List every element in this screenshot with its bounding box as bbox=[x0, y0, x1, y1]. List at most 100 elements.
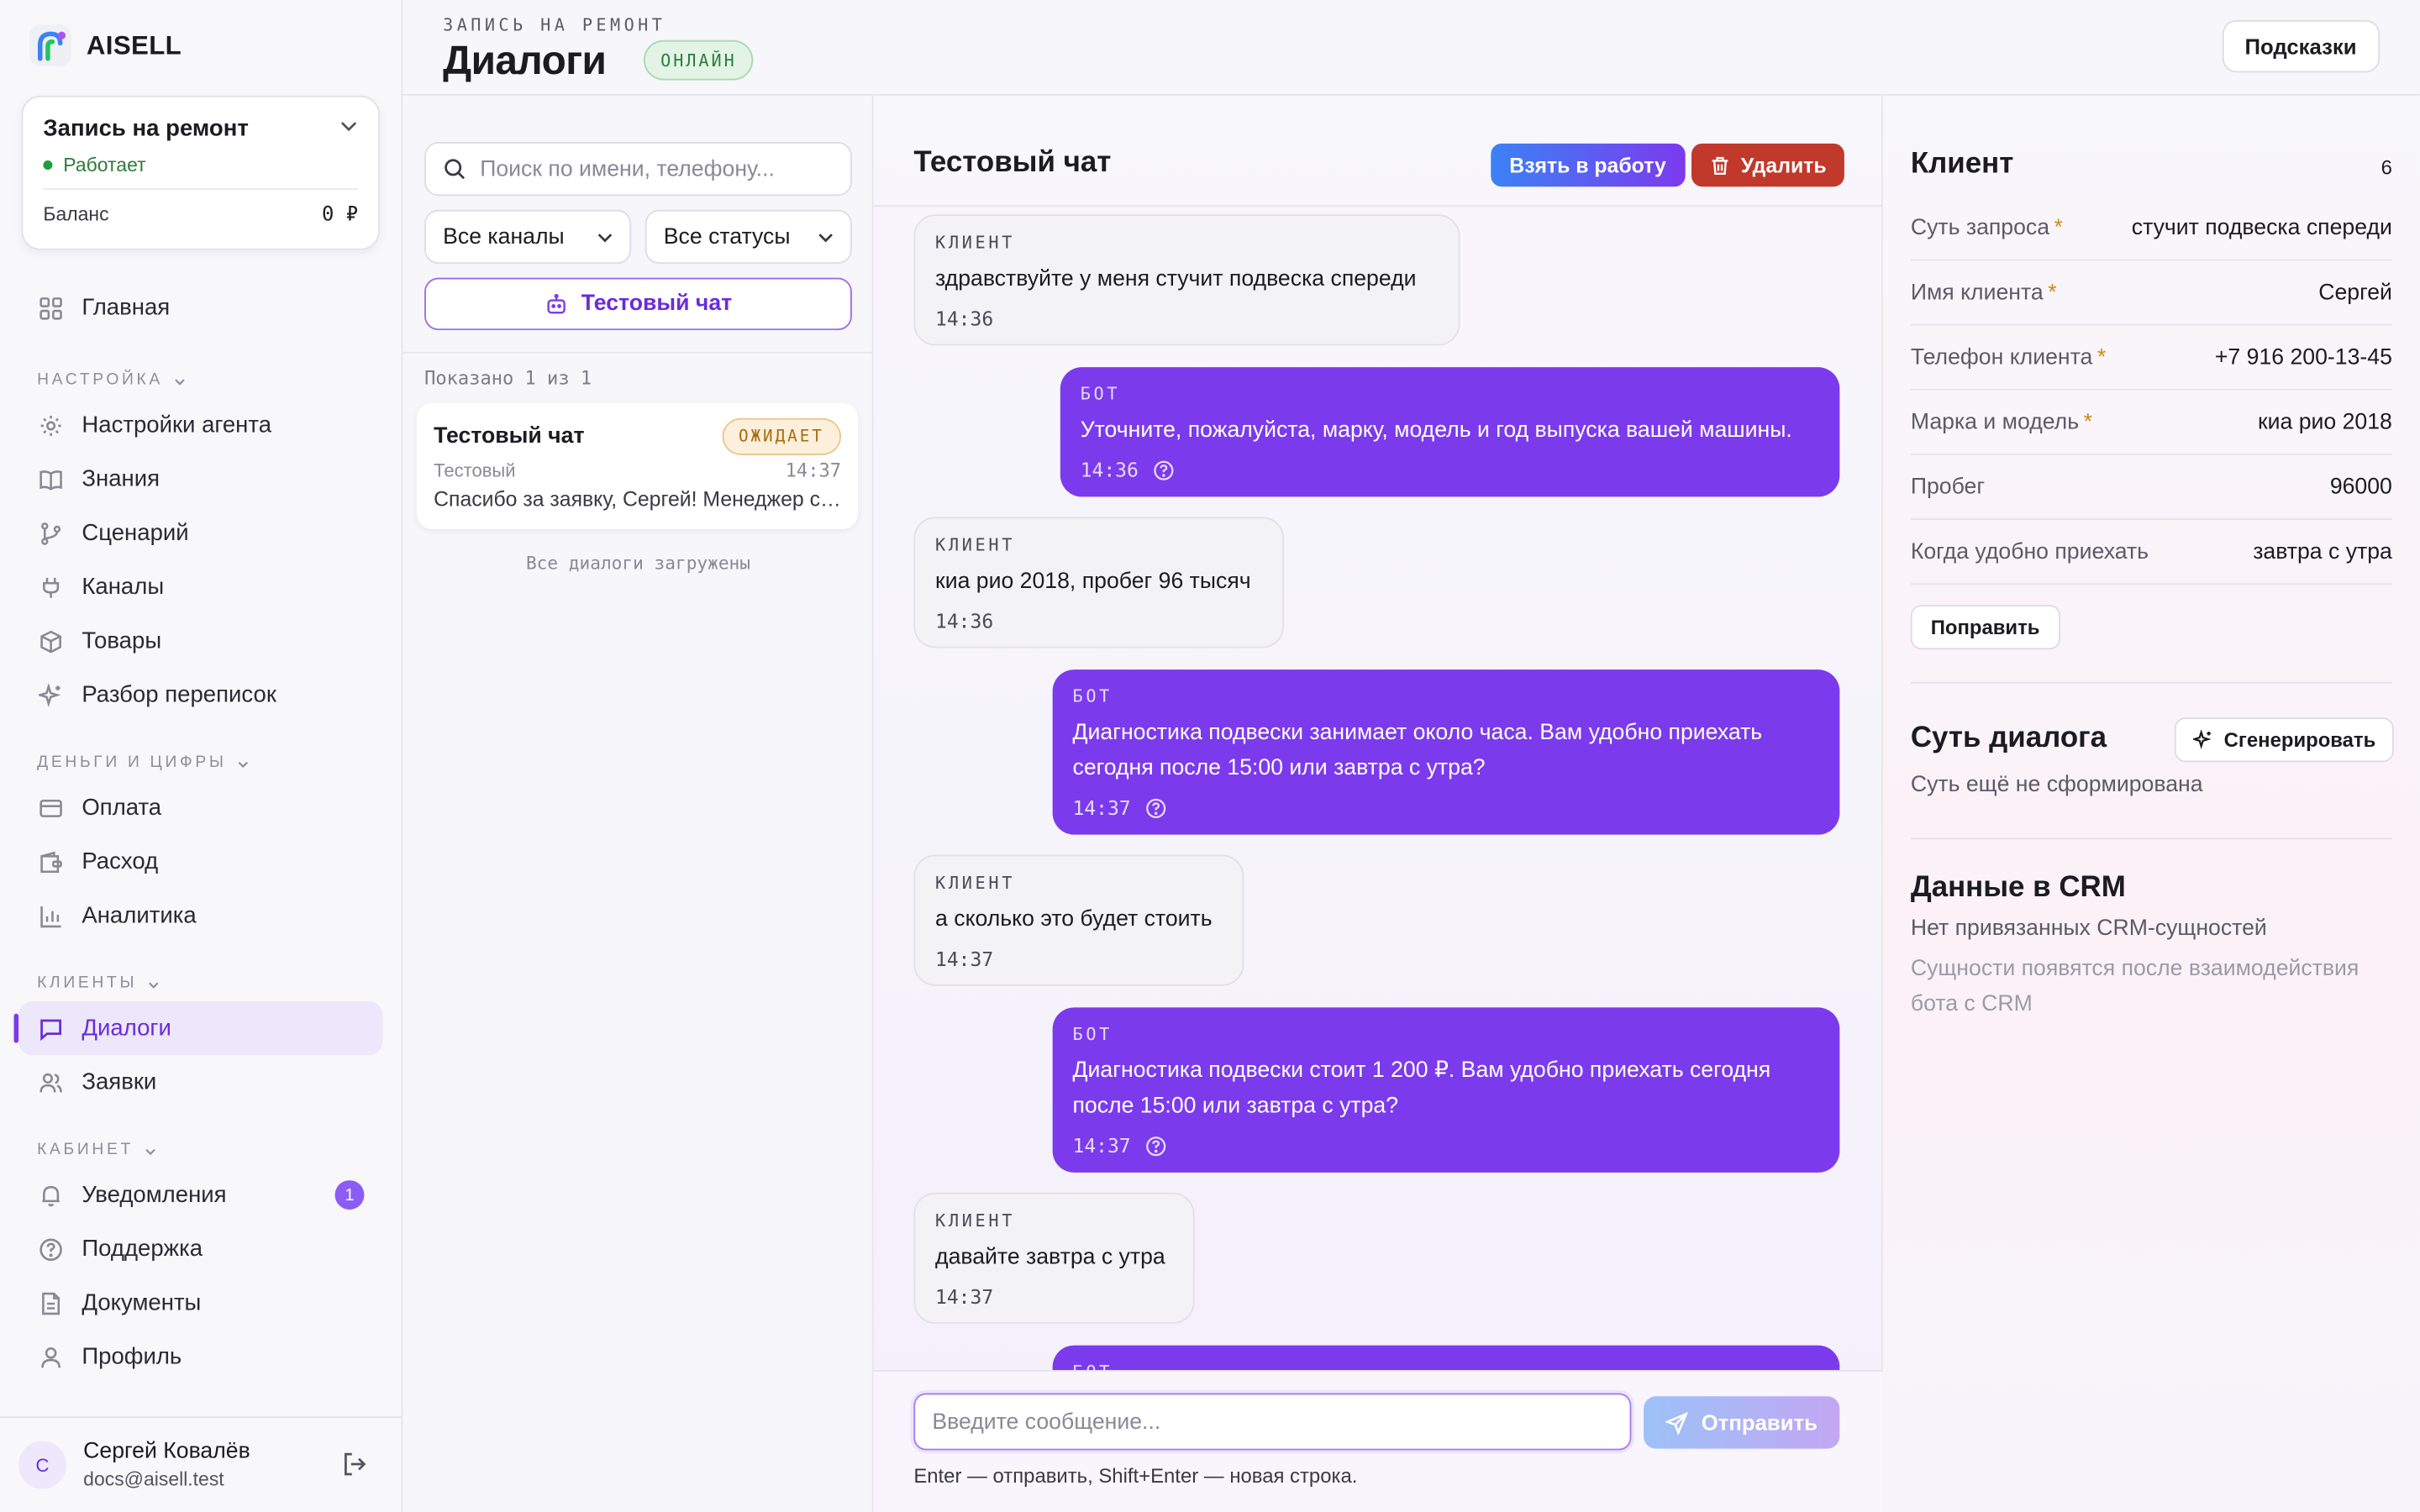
app-root: AISELL Запись на ремонт Работает Баланс … bbox=[0, 0, 2420, 1512]
sidebar-item-agent-settings[interactable]: Настройки агента bbox=[18, 398, 382, 452]
sidebar-item-notifications[interactable]: Уведомления 1 bbox=[18, 1168, 382, 1221]
client-field-visit-time: Когда удобно приехать завтра с утра bbox=[1910, 520, 2392, 585]
required-mark: * bbox=[2048, 280, 2057, 305]
balance-label: Баланс bbox=[43, 203, 109, 226]
field-label: Марка и модель bbox=[1910, 409, 2080, 435]
sidebar-item-label: Уведомления bbox=[82, 1181, 227, 1209]
user-block[interactable]: С Сергей Ковалёв docs@aisell.test bbox=[0, 1416, 403, 1512]
workspace-card[interactable]: Запись на ремонт Работает Баланс 0 ₽ bbox=[21, 95, 380, 250]
delete-label: Удалить bbox=[1740, 153, 1827, 177]
sidebar-item-label: Документы bbox=[82, 1289, 202, 1316]
client-field-phone: Телефон клиента * +7 916 200-13-45 bbox=[1910, 326, 2392, 391]
logout-icon[interactable] bbox=[341, 1450, 369, 1485]
sidebar-item-label: Аналитика bbox=[82, 902, 197, 929]
sidebar-item-documents[interactable]: Документы bbox=[18, 1276, 382, 1330]
chevron-down-icon bbox=[174, 379, 185, 386]
sidebar-item-scenario[interactable]: Сценарий bbox=[18, 506, 382, 559]
generate-button[interactable]: Сгенерировать bbox=[2174, 717, 2395, 763]
breadcrumb: ЗАПИСЬ НА РЕМОНТ bbox=[443, 15, 666, 36]
sidebar-item-label: Товары bbox=[82, 627, 162, 654]
brand[interactable]: AISELL bbox=[29, 24, 182, 66]
message-bot: БОТ Диагностика подвески занимает около … bbox=[1052, 669, 1840, 835]
take-to-work-button[interactable]: Взять в работу bbox=[1491, 143, 1685, 187]
divider bbox=[402, 351, 874, 354]
sidebar-item-channels[interactable]: Каналы bbox=[18, 560, 382, 614]
test-chat-button[interactable]: Тестовый чат bbox=[424, 277, 852, 331]
section-money[interactable]: ДЕНЬГИ И ЦИФРЫ bbox=[18, 722, 382, 781]
chat-header: Тестовый чат Взять в работу Удалить bbox=[873, 96, 1883, 207]
help-circle-icon[interactable] bbox=[1152, 459, 1174, 480]
send-button[interactable]: Отправить bbox=[1644, 1396, 1840, 1449]
dialog-list-panel: Поиск по имени, телефону... Все каналы В… bbox=[402, 95, 874, 1512]
message-time: 14:36 bbox=[935, 609, 994, 633]
sidebar-item-requests[interactable]: Заявки bbox=[18, 1055, 382, 1109]
hints-button[interactable]: Подсказки bbox=[2221, 19, 2381, 73]
sidebar-item-label: Знания bbox=[82, 465, 160, 492]
shown-count: Показано 1 из 1 bbox=[424, 367, 592, 389]
message-role: БОТ bbox=[1072, 1024, 1113, 1045]
summary-title: Суть диалога bbox=[1910, 722, 2107, 755]
required-mark: * bbox=[2083, 409, 2092, 435]
sidebar-item-dialogs[interactable]: Диалоги bbox=[13, 1001, 383, 1056]
section-cabinet[interactable]: КАБИНЕТ bbox=[18, 1110, 382, 1168]
dialog-list-item[interactable]: Тестовый чат ОЖИДАЕТ Тестовый 14:37 Спас… bbox=[416, 402, 859, 529]
sidebar-item-home[interactable]: Главная bbox=[18, 281, 382, 334]
dialog-channel: Тестовый bbox=[434, 459, 516, 482]
sidebar-item-review[interactable]: Разбор переписок bbox=[18, 668, 382, 722]
workspace-status: Работает bbox=[43, 155, 359, 190]
bot-icon bbox=[546, 292, 566, 313]
edit-button[interactable]: Поправить bbox=[1910, 604, 2060, 650]
test-chat-label: Тестовый чат bbox=[581, 291, 733, 317]
send-label: Отправить bbox=[1701, 1410, 1818, 1436]
balance-value: 0 ₽ bbox=[321, 203, 359, 227]
sidebar-item-analytics[interactable]: Аналитика bbox=[18, 889, 382, 942]
sidebar-item-knowledge[interactable]: Знания bbox=[18, 452, 382, 506]
message-input[interactable]: Введите сообщение... bbox=[913, 1393, 1632, 1451]
required-mark: * bbox=[2054, 215, 2063, 240]
sidebar-item-expense[interactable]: Расход bbox=[18, 835, 382, 889]
section-label: ДЕНЬГИ И ЦИФРЫ bbox=[37, 753, 227, 772]
client-title: Клиент bbox=[1910, 148, 2014, 181]
message-list[interactable]: КЛИЕНТ здравствуйте у меня стучит подвес… bbox=[874, 207, 1883, 1370]
grid-icon bbox=[37, 295, 63, 321]
dialog-time: 14:37 bbox=[785, 459, 842, 482]
chevron-down-icon[interactable] bbox=[339, 116, 358, 142]
sidebar-item-profile[interactable]: Профиль bbox=[18, 1330, 382, 1383]
section-settings[interactable]: НАСТРОЙКА bbox=[18, 339, 382, 398]
status-dot-icon bbox=[43, 160, 53, 171]
chevron-down-icon bbox=[238, 761, 248, 769]
message-role: БОТ bbox=[1073, 1362, 1820, 1370]
section-label: КАБИНЕТ bbox=[37, 1140, 134, 1159]
sidebar: AISELL Запись на ремонт Работает Баланс … bbox=[0, 0, 403, 1512]
sidebar-item-support[interactable]: Поддержка bbox=[18, 1222, 382, 1276]
section-clients[interactable]: КЛИЕНТЫ bbox=[18, 942, 382, 1001]
wallet-icon bbox=[37, 848, 63, 874]
client-field-request: Суть запроса * стучит подвеска спереди bbox=[1910, 196, 2392, 261]
search-placeholder: Поиск по имени, телефону... bbox=[480, 156, 775, 181]
channels-filter-select[interactable]: Все каналы bbox=[424, 209, 632, 265]
git-branch-icon bbox=[37, 520, 63, 546]
field-label: Имя клиента bbox=[1910, 280, 2044, 305]
delete-button[interactable]: Удалить bbox=[1691, 143, 1845, 187]
help-circle-icon[interactable] bbox=[1144, 797, 1166, 819]
sidebar-item-label: Диалоги bbox=[82, 1015, 171, 1042]
sidebar-item-label: Настройки агента bbox=[82, 412, 272, 438]
sparkles-icon bbox=[37, 682, 63, 708]
sidebar-item-products[interactable]: Товары bbox=[18, 614, 382, 668]
help-circle-icon[interactable] bbox=[1144, 1135, 1166, 1157]
message-time: 14:37 bbox=[1072, 795, 1131, 820]
brand-name: AISELL bbox=[86, 29, 182, 60]
message-role: БОТ bbox=[1072, 686, 1113, 707]
client-fields-count: 6 bbox=[2381, 155, 2392, 180]
user-name: Сергей Ковалёв bbox=[83, 1439, 250, 1465]
plug-icon bbox=[37, 574, 63, 600]
message-time: 14:36 bbox=[935, 307, 994, 331]
field-value: 96000 bbox=[2329, 474, 2392, 500]
sidebar-item-label: Заявки bbox=[82, 1068, 157, 1096]
sidebar-item-payment[interactable]: Оплата bbox=[18, 780, 382, 834]
message-client: КЛИЕНТ а сколько это будет стоить 14:37 bbox=[913, 854, 1244, 986]
statuses-filter-select[interactable]: Все статусы bbox=[644, 209, 852, 265]
message-client: КЛИЕНТ киа рио 2018, пробег 96 тысяч 14:… bbox=[913, 517, 1285, 648]
dialog-preview: Спасибо за заявку, Сергей! Менеджер с ва… bbox=[434, 487, 841, 511]
search-input[interactable]: Поиск по имени, телефону... bbox=[424, 141, 852, 197]
